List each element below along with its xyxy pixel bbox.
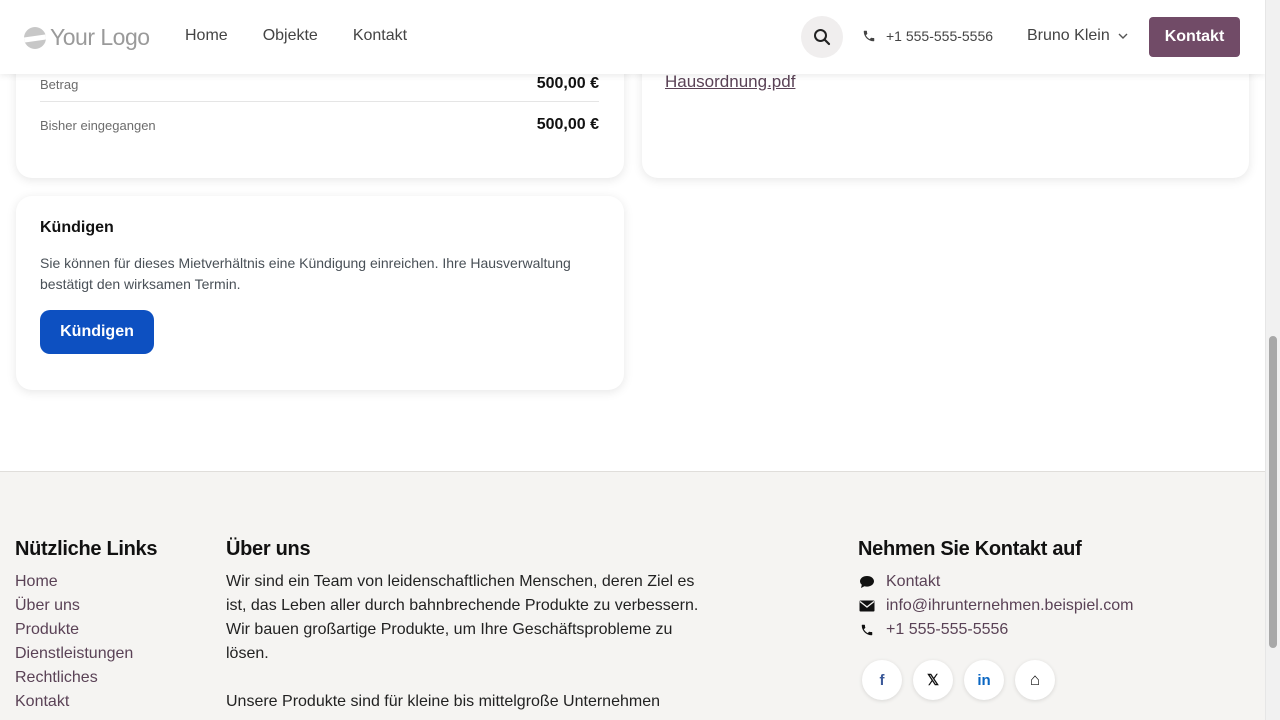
header-phone[interactable]: +1 555-555-5556	[862, 28, 993, 44]
cancel-button[interactable]: Kündigen	[40, 310, 154, 354]
social-links: f 𝕏 in ⌂	[862, 660, 1055, 700]
header-contact-button[interactable]: Kontakt	[1149, 17, 1240, 57]
footer-about-heading: Über uns	[226, 538, 311, 560]
footer-phone-link[interactable]: +1 555-555-5556	[858, 618, 1133, 642]
page-scrollbar[interactable]	[1265, 0, 1280, 720]
footer-phone: +1 555-555-5556	[886, 621, 1009, 638]
logo[interactable]: Your Logo	[24, 24, 150, 51]
envelope-icon	[858, 600, 876, 612]
phone-icon	[858, 623, 876, 637]
footer-contact-label: Kontakt	[886, 573, 941, 590]
footer-about-text: Wir sind ein Team von leidenschaftlichen…	[226, 570, 716, 720]
site-header: Your Logo Home Objekte Kontakt +1 555-55…	[0, 0, 1265, 74]
home-icon[interactable]: ⌂	[1015, 660, 1055, 700]
header-phone-number: +1 555-555-5556	[886, 28, 994, 44]
footer-links: Home Über uns Produkte Dienstleistungen …	[15, 570, 133, 714]
footer-links-heading: Nützliche Links	[15, 538, 158, 560]
nav-home[interactable]: Home	[185, 27, 228, 45]
search-icon	[814, 29, 831, 46]
x-icon[interactable]: 𝕏	[913, 660, 953, 700]
footer-link-home[interactable]: Home	[15, 570, 133, 594]
footer-link-legal[interactable]: Rechtliches	[15, 666, 133, 690]
document-link[interactable]: Hausordnung.pdf	[665, 72, 795, 92]
payment-row-received: Bisher eingegangen 500,00 €	[40, 113, 599, 137]
logo-text: Your Logo	[50, 24, 150, 50]
payment-divider	[40, 101, 599, 102]
comment-icon	[858, 575, 876, 589]
footer-contact: Kontakt info@ihrunternehmen.beispiel.com…	[858, 570, 1133, 642]
logo-icon	[24, 26, 46, 49]
cancellation-title: Kündigen	[40, 219, 114, 236]
nav-kontakt[interactable]: Kontakt	[353, 27, 407, 45]
payment-row-amount: Betrag 500,00 €	[40, 72, 599, 96]
site-footer: Nützliche Links Home Über uns Produkte D…	[0, 471, 1265, 720]
phone-icon	[863, 30, 875, 42]
cancellation-card: Kündigen Sie können für dieses Mietverhä…	[16, 196, 624, 390]
footer-about-paragraph: Unsere Produkte sind für kleine bis mitt…	[226, 693, 660, 710]
cancellation-text: Sie können für dieses Mietverhältnis ein…	[40, 255, 571, 292]
footer-about-paragraph: Wir sind ein Team von leidenschaftlichen…	[226, 573, 699, 662]
payment-value: 500,00 €	[536, 116, 599, 133]
search-button[interactable]	[801, 16, 843, 58]
main-nav: Home Objekte Kontakt	[185, 27, 407, 45]
scrollbar-thumb[interactable]	[1269, 336, 1277, 648]
facebook-icon[interactable]: f	[862, 660, 902, 700]
footer-contact-heading: Nehmen Sie Kontakt auf	[858, 538, 1082, 560]
footer-link-products[interactable]: Produkte	[15, 618, 133, 642]
footer-link-services[interactable]: Dienstleistungen	[15, 642, 133, 666]
footer-contact-link[interactable]: Kontakt	[858, 570, 1133, 594]
footer-email: info@ihrunternehmen.beispiel.com	[886, 597, 1134, 614]
nav-objekte[interactable]: Objekte	[263, 27, 318, 45]
chevron-down-icon	[1118, 33, 1128, 39]
footer-link-about[interactable]: Über uns	[15, 594, 133, 618]
payment-label: Betrag	[40, 76, 79, 92]
linkedin-icon[interactable]: in	[964, 660, 1004, 700]
user-menu[interactable]: Bruno Klein	[1027, 27, 1128, 45]
payment-label: Bisher eingegangen	[40, 117, 156, 133]
footer-email-link[interactable]: info@ihrunternehmen.beispiel.com	[858, 594, 1133, 618]
payment-value: 500,00 €	[536, 75, 599, 92]
user-name: Bruno Klein	[1027, 27, 1110, 44]
footer-link-contact[interactable]: Kontakt	[15, 690, 133, 714]
